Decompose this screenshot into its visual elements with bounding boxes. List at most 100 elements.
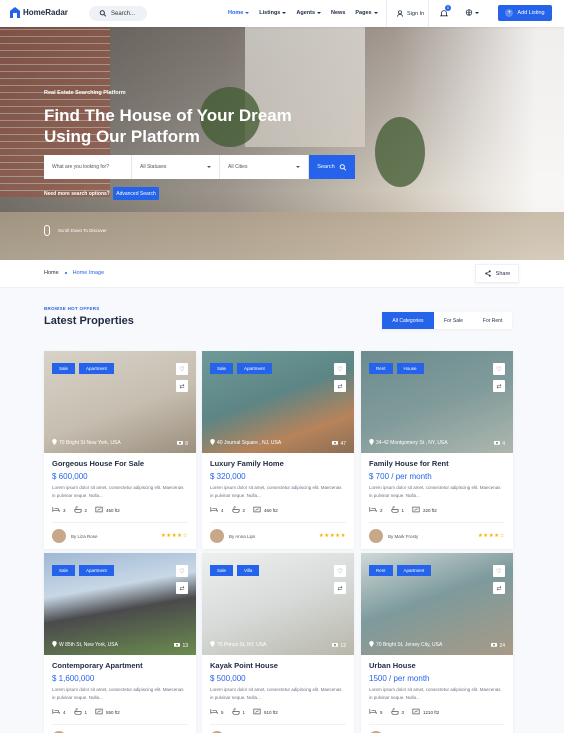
status-tag[interactable]: Sale: [210, 363, 234, 374]
avatar: [52, 529, 66, 543]
property-price: $ 320,000: [210, 472, 246, 481]
photo-count[interactable]: 12: [332, 642, 346, 649]
nav-item-agents[interactable]: Agents: [296, 10, 322, 16]
property-card[interactable]: Sale Villa ♡ ⇄ 75 Prince St, NY, USA 12 …: [202, 553, 354, 733]
property-location: 40 Journal Square , NJ, USA: [210, 439, 281, 447]
status-tag[interactable]: Sale: [210, 565, 234, 576]
property-title[interactable]: Family House for Rent: [369, 459, 505, 468]
heart-icon[interactable]: ♡: [493, 565, 505, 577]
property-image[interactable]: Sale Apartment ♡ ⇄ 40 Journal Square , N…: [202, 351, 354, 453]
property-title[interactable]: Kayak Point House: [210, 661, 346, 670]
tab-for-sale[interactable]: For Sale: [434, 312, 473, 329]
header-search-button[interactable]: Search...: [89, 6, 147, 21]
property-title[interactable]: Luxury Family Home: [210, 459, 346, 468]
status-tag[interactable]: Rent: [369, 565, 393, 576]
property-title[interactable]: Contemporary Apartment: [52, 661, 188, 670]
nav-item-home[interactable]: Home: [228, 10, 250, 16]
breadcrumb-home[interactable]: Home: [44, 270, 59, 276]
type-tag[interactable]: Apartment: [237, 363, 272, 374]
property-tags: Sale Apartment: [52, 565, 114, 576]
nav-item-news[interactable]: News: [331, 10, 345, 16]
breadcrumb-current: Home Image: [72, 270, 105, 276]
heart-icon[interactable]: ♡: [334, 363, 346, 375]
share-button[interactable]: Share: [475, 264, 519, 283]
property-image[interactable]: Sale Apartment ♡ ⇄ 70 Bright St New York…: [44, 351, 196, 453]
status-tag[interactable]: Sale: [52, 565, 76, 576]
hero-plant-decoration: [375, 117, 425, 187]
sign-in-label: Sign In: [407, 10, 425, 17]
type-tag[interactable]: Apartment: [79, 565, 114, 576]
property-card[interactable]: Rent Apartment ♡ ⇄ 70 Bright St, Jersey …: [361, 553, 513, 733]
area-value: 450 ft2: [106, 507, 120, 513]
photo-count[interactable]: 4: [494, 440, 505, 447]
type-tag[interactable]: House: [396, 363, 424, 374]
tab-all-categories[interactable]: All Categories: [382, 312, 434, 329]
logo[interactable]: HomeRadar: [10, 7, 68, 18]
heart-icon[interactable]: ♡: [493, 363, 505, 375]
hero-search-button[interactable]: Search: [309, 155, 355, 179]
property-image[interactable]: Sale Villa ♡ ⇄ 75 Prince St, NY, USA 12: [202, 553, 354, 655]
area: 220 ft2: [412, 506, 437, 514]
compare-icon[interactable]: ⇄: [493, 582, 505, 594]
photo-count[interactable]: 13: [174, 642, 188, 649]
property-image[interactable]: Sale Apartment ♡ ⇄ W 85th St, New York, …: [44, 553, 196, 655]
scroll-down-link[interactable]: Scroll Down To Discover: [44, 225, 107, 236]
avatar: [210, 529, 224, 543]
status-select[interactable]: All Statuses: [132, 155, 220, 179]
heart-icon[interactable]: ♡: [176, 363, 188, 375]
compare-icon[interactable]: ⇄: [493, 380, 505, 392]
agent-link[interactable]: By Anna Lips: [210, 529, 255, 543]
compare-icon[interactable]: ⇄: [176, 380, 188, 392]
nav-item-pages[interactable]: Pages: [355, 10, 378, 16]
baths-value: 1: [242, 709, 246, 715]
property-title[interactable]: Urban House: [369, 661, 505, 670]
photo-count[interactable]: 8: [177, 440, 188, 447]
status-tag[interactable]: Sale: [52, 363, 76, 374]
agent-link[interactable]: By Mark Frosty: [369, 529, 418, 543]
type-tag[interactable]: Apartment: [396, 565, 432, 576]
photo-count[interactable]: 47: [332, 440, 346, 447]
photo-count[interactable]: 24: [491, 642, 505, 649]
agent-name: By Mark Frosty: [388, 533, 419, 539]
location-pin-icon: [52, 439, 57, 447]
compare-icon[interactable]: ⇄: [334, 582, 346, 594]
nav-label: Home: [228, 10, 244, 16]
chevron-down-icon: [317, 12, 322, 14]
heart-icon[interactable]: ♡: [334, 565, 346, 577]
bed-icon: [369, 708, 377, 716]
logo-text: HomeRadar: [23, 8, 68, 17]
bed-icon: [210, 506, 218, 514]
property-card[interactable]: Sale Apartment ♡ ⇄ W 85th St, New York, …: [44, 553, 196, 733]
nav-item-listings[interactable]: Listings: [259, 10, 287, 16]
section-title: Latest Properties: [44, 315, 134, 327]
property-title[interactable]: Gorgeous House For Sale: [52, 459, 188, 468]
agent-link[interactable]: By Liza Rose: [52, 529, 98, 543]
type-tag[interactable]: Villa: [237, 565, 260, 576]
status-tag[interactable]: Rent: [369, 363, 393, 374]
type-tag[interactable]: Apartment: [79, 363, 114, 374]
sign-in-link[interactable]: Sign In: [396, 10, 424, 17]
property-card[interactable]: Sale Apartment ♡ ⇄ 40 Journal Square , N…: [202, 351, 354, 549]
property-card[interactable]: Sale Apartment ♡ ⇄ 70 Bright St New York…: [44, 351, 196, 549]
camera-icon: [491, 642, 498, 649]
keyword-input[interactable]: What are you looking for?: [44, 155, 132, 179]
language-selector[interactable]: [465, 9, 479, 16]
property-features: 3 2 450 ft2: [52, 506, 188, 523]
breadcrumb-separator: [64, 272, 67, 274]
heart-icon[interactable]: ♡: [176, 565, 188, 577]
add-listing-button[interactable]: + Add Listing: [498, 5, 552, 21]
property-card[interactable]: Rent House ♡ ⇄ 34-42 Montgomery St , NY,…: [361, 351, 513, 549]
property-image[interactable]: Rent House ♡ ⇄ 34-42 Montgomery St , NY,…: [361, 351, 513, 453]
compare-icon[interactable]: ⇄: [334, 380, 346, 392]
chevron-down-icon: [296, 166, 300, 168]
area-value: 1210 ft2: [423, 709, 440, 715]
plus-icon: +: [505, 9, 514, 17]
bath-icon: [73, 708, 82, 716]
property-image[interactable]: Rent Apartment ♡ ⇄ 70 Bright St, Jersey …: [361, 553, 513, 655]
advanced-search-button[interactable]: Advanced Search: [113, 187, 159, 200]
property-description: Lorem ipsum dolor sit amet, consectetur …: [369, 687, 501, 700]
rating-stars: ★★★★☆: [477, 533, 505, 539]
city-select[interactable]: All Cities: [220, 155, 309, 179]
tab-for-rent[interactable]: For Rent: [473, 312, 512, 329]
compare-icon[interactable]: ⇄: [176, 582, 188, 594]
